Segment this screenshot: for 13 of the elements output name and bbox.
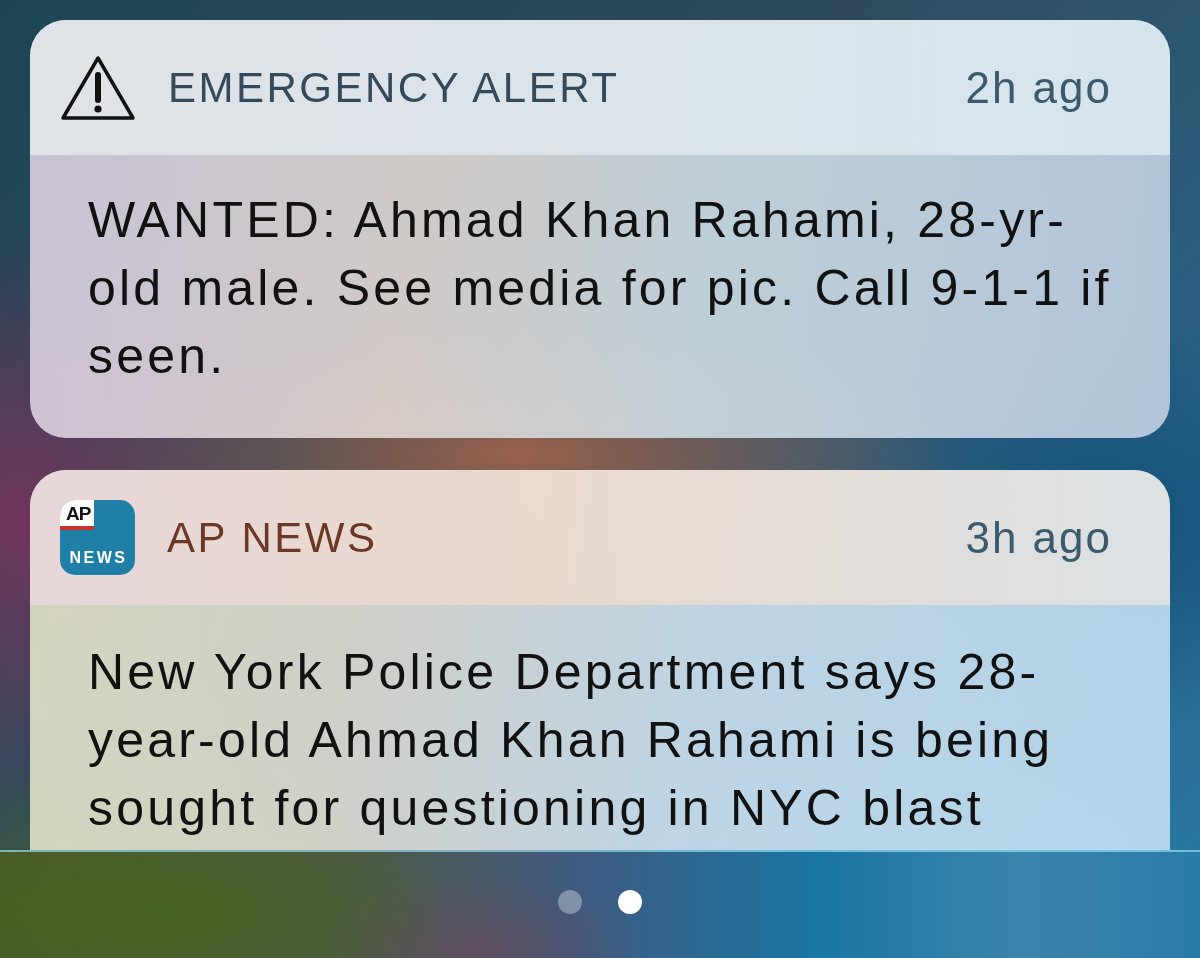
logo-text: NEWS xyxy=(69,549,128,567)
notification-card[interactable]: AP NEWS AP NEWS 3h ago New York Police Department says 28-year-old Ahmad Khan Rahami is being sought for questioning in NYC blast xyxy=(30,470,1170,850)
page-dot-icon[interactable] xyxy=(618,890,642,914)
app-name: AP NEWS xyxy=(167,513,378,562)
timestamp: 3h ago xyxy=(965,512,1112,563)
notification-card[interactable]: EMERGENCY ALERT 2h ago WANTED: Ahmad Khan Rahami, 28-yr-old male. See media for pic. Call 9-1-1 if seen. xyxy=(30,20,1170,438)
warning-icon xyxy=(60,54,136,121)
notification-message: WANTED: Ahmad Khan Rahami, 28-yr-old male. See media for pic. Call 9-1-1 if seen. xyxy=(88,191,1113,386)
notification-message: New York Police Department says 28-year-old Ahmad Khan Rahami is being sought for questioning in NYC blast xyxy=(88,643,1055,838)
page-dot-icon[interactable] xyxy=(558,890,582,914)
logo-text: AP xyxy=(60,500,95,530)
app-name: EMERGENCY ALERT xyxy=(168,63,620,112)
timestamp: 2h ago xyxy=(965,62,1112,113)
